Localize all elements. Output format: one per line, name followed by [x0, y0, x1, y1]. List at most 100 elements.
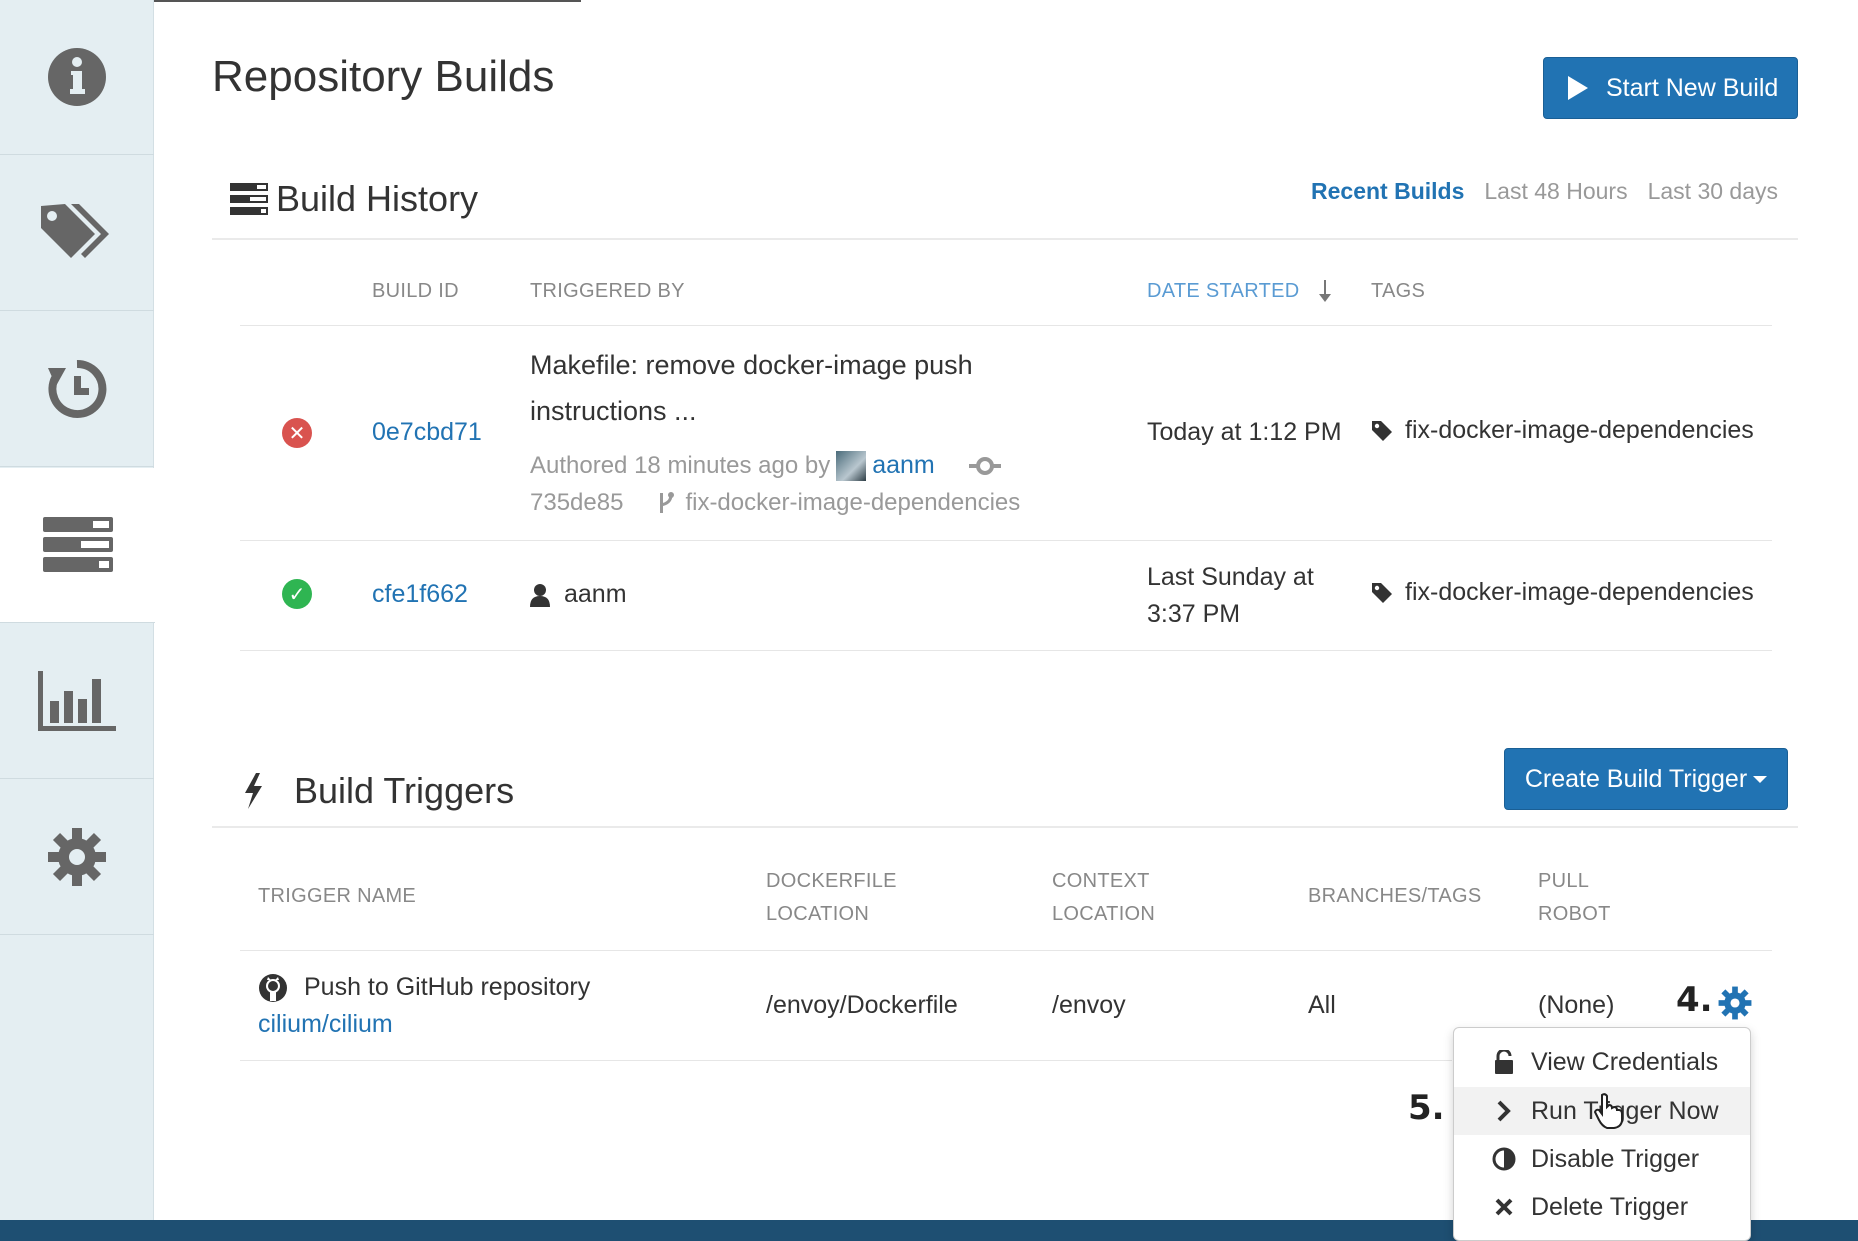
tags-icon	[41, 204, 109, 258]
sidebar-item-settings[interactable]	[0, 780, 154, 935]
build-id-link[interactable]: 0e7cbd71	[372, 414, 482, 451]
build-failed-icon: ✕	[282, 418, 312, 448]
col-date-started[interactable]: DATE STARTED	[1147, 275, 1332, 308]
commit-sha[interactable]: 735de85	[530, 484, 623, 521]
menu-delete-trigger-label: Delete Trigger	[1531, 1192, 1689, 1221]
menu-disable-trigger-label: Disable Trigger	[1531, 1144, 1700, 1173]
trigger-repo-link[interactable]: cilium/cilium	[258, 1006, 393, 1043]
build-tag: fix-docker-image-dependencies	[1371, 416, 1754, 445]
row-divider	[240, 540, 1772, 541]
build-history-title: Build History	[276, 178, 479, 219]
trigger-name-label: Push to GitHub repository	[304, 973, 591, 1001]
menu-disable-trigger[interactable]: Disable Trigger	[1454, 1135, 1750, 1183]
col-dockerfile-l2: LOCATION	[766, 903, 870, 925]
trigger-dockerfile: /envoy/Dockerfile	[766, 991, 958, 1019]
col-robot-l2: ROBOT	[1538, 903, 1611, 925]
user-icon	[530, 583, 550, 607]
gear-icon	[48, 828, 106, 886]
close-icon	[1491, 1198, 1517, 1216]
trigger-options-gear-icon[interactable]	[1718, 986, 1752, 1020]
commit-message-line2: instructions ...	[530, 396, 697, 426]
trigger-robot: (None)	[1538, 991, 1615, 1019]
menu-view-credentials[interactable]: View Credentials	[1454, 1038, 1750, 1086]
builds-icon	[230, 183, 268, 215]
build-date-line2: 3:37 PM	[1147, 600, 1241, 628]
col-trigger-name: TRIGGER NAME	[258, 885, 417, 907]
build-date: Last Sunday at 3:37 PM	[1147, 559, 1314, 633]
step-4-label: 4.	[1676, 980, 1713, 1020]
col-context-location: CONTEXT LOCATION	[1052, 865, 1155, 931]
history-filter-tabs: Recent Builds Last 48 Hours Last 30 days	[1311, 178, 1778, 205]
build-success-icon: ✓	[282, 579, 312, 609]
sort-down-icon	[1318, 279, 1331, 302]
row-divider	[240, 325, 1772, 326]
trigger-context: /envoy	[1052, 991, 1126, 1019]
col-dockerfile-location: DOCKERFILE LOCATION	[766, 865, 897, 931]
info-icon	[48, 48, 106, 106]
create-build-trigger-button[interactable]: Create Build Trigger	[1504, 748, 1788, 810]
filter-last-30-days[interactable]: Last 30 days	[1648, 178, 1778, 205]
start-new-build-button[interactable]: Start New Build	[1543, 57, 1798, 119]
row-divider	[240, 1060, 1452, 1061]
sidebar-item-usage[interactable]	[0, 624, 154, 779]
builds-icon	[42, 517, 113, 572]
authored-prefix: Authored 18 minutes ago by	[530, 452, 831, 479]
commit-message[interactable]: Makefile: remove docker-image push instr…	[530, 342, 973, 434]
author-link[interactable]: aanm	[872, 447, 935, 484]
start-new-build-label: Start New Build	[1606, 73, 1779, 102]
branch-icon	[660, 491, 675, 513]
play-icon	[1568, 76, 1588, 100]
tag-icon	[1372, 420, 1392, 441]
bar-chart-icon	[38, 671, 116, 731]
col-branches-tags: BRANCHES/TAGS	[1308, 885, 1482, 907]
avatar	[836, 450, 867, 481]
triggered-by-username: aanm	[564, 580, 627, 608]
filter-recent-builds[interactable]: Recent Builds	[1311, 178, 1464, 205]
col-pull-robot: PULL ROBOT	[1538, 865, 1611, 931]
history-divider	[212, 238, 1798, 240]
sidebar	[0, 0, 155, 1220]
col-context-l2: LOCATION	[1052, 903, 1156, 925]
build-date-line1: Last Sunday at	[1147, 563, 1314, 591]
col-date-started-label: DATE STARTED	[1147, 280, 1300, 302]
col-dockerfile-l1: DOCKERFILE	[766, 870, 897, 892]
menu-view-credentials-label: View Credentials	[1531, 1047, 1719, 1076]
commit-branch[interactable]: fix-docker-image-dependencies	[685, 484, 1020, 521]
sidebar-item-history[interactable]	[0, 312, 154, 467]
trigger-options-menu: View Credentials Run Trigger Now Disable…	[1453, 1027, 1751, 1241]
chevron-right-icon	[1491, 1100, 1517, 1122]
commit-icon	[968, 456, 1001, 475]
build-tag-label[interactable]: fix-docker-image-dependencies	[1405, 416, 1754, 445]
col-context-l1: CONTEXT	[1052, 870, 1150, 892]
build-tag-label[interactable]: fix-docker-image-dependencies	[1405, 578, 1754, 607]
filter-last-48-hours[interactable]: Last 48 Hours	[1484, 178, 1627, 205]
build-date: Today at 1:12 PM	[1147, 418, 1342, 446]
commit-author-line: Authored 18 minutes ago by aanm	[530, 447, 1001, 484]
row-divider	[240, 650, 1772, 651]
build-triggers-heading: Build Triggers	[242, 770, 514, 812]
caret-down-icon	[1753, 775, 1768, 783]
trigger-branches: All	[1308, 991, 1336, 1019]
commit-message-line1: Makefile: remove docker-image push	[530, 350, 973, 380]
page-title: Repository Builds	[212, 52, 555, 101]
build-id-link[interactable]: cfe1f662	[372, 576, 468, 613]
half-circle-icon	[1491, 1147, 1517, 1171]
github-icon	[259, 973, 287, 1002]
menu-delete-trigger[interactable]: Delete Trigger	[1454, 1183, 1750, 1231]
sidebar-item-info[interactable]	[0, 0, 154, 155]
triggered-by-user: aanm	[530, 576, 627, 613]
build-triggers-title: Build Triggers	[294, 770, 515, 811]
trigger-name: Push to GitHub repository	[258, 969, 590, 1006]
build-tag: fix-docker-image-dependencies	[1371, 578, 1754, 607]
triggers-divider	[212, 826, 1798, 828]
create-build-trigger-label: Create Build Trigger	[1524, 764, 1748, 793]
sidebar-item-tags[interactable]	[0, 156, 154, 311]
bolt-icon	[245, 773, 262, 809]
col-tags: TAGS	[1371, 280, 1426, 302]
tag-icon	[1372, 582, 1392, 603]
sidebar-item-builds[interactable]	[0, 468, 155, 623]
commit-ref-line: 735de85 fix-docker-image-dependencies	[530, 484, 1020, 521]
hand-cursor-icon	[1594, 1093, 1623, 1129]
menu-run-trigger-now-label: Run Trigger Now	[1531, 1096, 1719, 1125]
unlock-icon	[1491, 1050, 1517, 1074]
